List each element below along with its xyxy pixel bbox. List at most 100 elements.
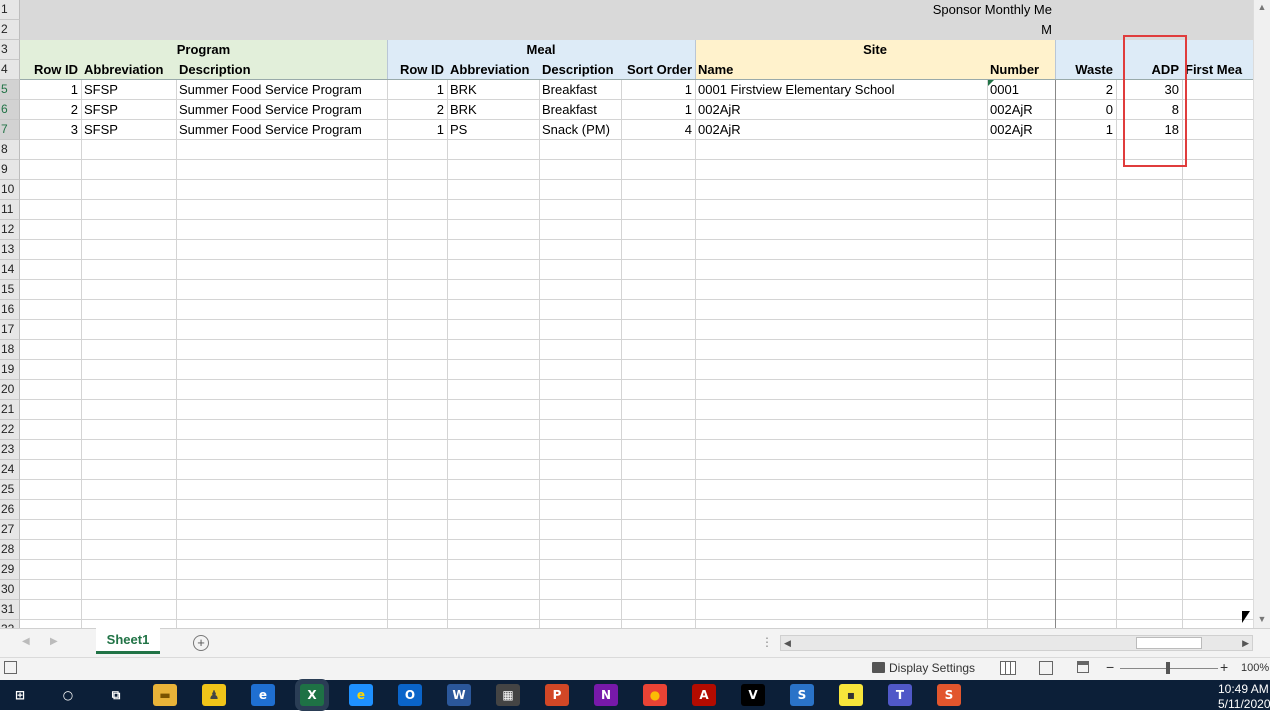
column-header[interactable]: Waste bbox=[1055, 60, 1116, 80]
table-cell[interactable]: 1 bbox=[1055, 120, 1116, 140]
teams-icon[interactable]: T bbox=[888, 684, 912, 706]
table-cell[interactable]: SFSP bbox=[81, 80, 176, 100]
row-header[interactable]: 7 bbox=[0, 120, 20, 140]
acrobat-icon[interactable]: A bbox=[692, 684, 716, 706]
normal-view-icon[interactable] bbox=[1000, 661, 1016, 675]
table-cell[interactable]: Snack (PM) bbox=[539, 120, 621, 140]
excel-icon[interactable]: X bbox=[300, 684, 324, 706]
row-header[interactable]: 8 bbox=[0, 140, 20, 160]
row-header[interactable]: 3 bbox=[0, 40, 20, 60]
row-header[interactable]: 26 bbox=[0, 500, 20, 520]
page-break-view-icon[interactable] bbox=[1077, 661, 1089, 673]
table-cell[interactable]: BRK bbox=[447, 100, 539, 120]
table-cell[interactable]: 002AjR bbox=[987, 100, 1055, 120]
table-cell[interactable]: Summer Food Service Program bbox=[176, 80, 387, 100]
table-cell[interactable]: 0 bbox=[1055, 100, 1116, 120]
column-header[interactable]: Name bbox=[695, 60, 987, 80]
row-header[interactable]: 31 bbox=[0, 600, 20, 620]
macro-record-icon[interactable] bbox=[4, 661, 17, 674]
row-header[interactable]: 17 bbox=[0, 320, 20, 340]
table-cell[interactable] bbox=[1182, 120, 1253, 140]
table-cell[interactable]: SFSP bbox=[81, 100, 176, 120]
table-cell[interactable]: BRK bbox=[447, 80, 539, 100]
tab-sheet1[interactable]: Sheet1 bbox=[96, 628, 160, 654]
row-header[interactable]: 32 bbox=[0, 620, 20, 628]
row-header[interactable]: 13 bbox=[0, 240, 20, 260]
row-header[interactable]: 15 bbox=[0, 280, 20, 300]
scroll-next-sheet-icon[interactable]: ▶ bbox=[50, 636, 58, 647]
clock-time[interactable]: 10:49 AM bbox=[1218, 682, 1269, 696]
clock-date[interactable]: 5/11/2020 bbox=[1218, 697, 1270, 711]
plus-circle-icon[interactable]: + bbox=[193, 635, 209, 651]
powerpoint-icon[interactable]: P bbox=[545, 684, 569, 706]
onenote-icon[interactable]: N bbox=[594, 684, 618, 706]
column-header[interactable]: Row ID bbox=[20, 60, 81, 80]
spreadsheet-grid[interactable]: Sponsor Monthly Me M Program Meal Site Row ID… bbox=[0, 0, 1270, 628]
snagit-icon[interactable]: S bbox=[790, 684, 814, 706]
row-header[interactable]: 6 bbox=[0, 100, 20, 120]
table-cell[interactable]: Breakfast bbox=[539, 100, 621, 120]
row-header[interactable]: 4 bbox=[0, 60, 20, 80]
table-cell[interactable]: 1 bbox=[387, 80, 447, 100]
column-header[interactable]: Description bbox=[539, 60, 621, 80]
row-header[interactable]: 11 bbox=[0, 200, 20, 220]
scroll-up-icon[interactable]: ▲ bbox=[1257, 2, 1267, 12]
row-header[interactable]: 30 bbox=[0, 580, 20, 600]
column-header[interactable]: Description bbox=[176, 60, 387, 80]
people-icon[interactable]: ♟ bbox=[202, 684, 226, 706]
table-cell[interactable]: 002AjR bbox=[695, 120, 987, 140]
column-header[interactable]: Abbreviation bbox=[81, 60, 176, 80]
table-cell[interactable]: 1 bbox=[20, 80, 81, 100]
table-cell[interactable]: Breakfast bbox=[539, 80, 621, 100]
zoom-in-button[interactable]: + bbox=[1220, 659, 1228, 675]
chrome-icon[interactable]: ● bbox=[643, 684, 667, 706]
table-cell[interactable]: 002AjR bbox=[695, 100, 987, 120]
row-header[interactable]: 12 bbox=[0, 220, 20, 240]
table-cell[interactable]: 0001 Firstview Elementary School bbox=[695, 80, 987, 100]
table-cell[interactable]: 1 bbox=[387, 120, 447, 140]
scroll-right-icon[interactable]: ▶ bbox=[1242, 636, 1249, 650]
row-header[interactable]: 5 bbox=[0, 80, 20, 100]
horizontal-scroll-thumb[interactable] bbox=[1136, 637, 1202, 649]
table-cell[interactable]: 2 bbox=[387, 100, 447, 120]
horizontal-scrollbar[interactable]: ◀ ▶ bbox=[780, 635, 1253, 651]
table-cell[interactable]: 2 bbox=[20, 100, 81, 120]
vectorworks-icon[interactable]: V bbox=[741, 684, 765, 706]
word-icon[interactable]: W bbox=[447, 684, 471, 706]
row-header[interactable]: 10 bbox=[0, 180, 20, 200]
search-circle-icon[interactable]: ○ bbox=[56, 684, 80, 706]
outlook-icon[interactable]: O bbox=[398, 684, 422, 706]
table-cell[interactable] bbox=[1182, 100, 1253, 120]
column-header[interactable]: First Mea bbox=[1182, 60, 1253, 80]
row-header[interactable]: 2 bbox=[0, 20, 20, 40]
row-header[interactable]: 20 bbox=[0, 380, 20, 400]
row-header[interactable]: 1 bbox=[0, 0, 20, 20]
split-handle-icon[interactable]: ⋮ bbox=[761, 635, 773, 649]
sticky-notes-icon[interactable]: ▪ bbox=[839, 684, 863, 706]
table-cell[interactable]: PS bbox=[447, 120, 539, 140]
display-settings-button[interactable]: Display Settings bbox=[889, 661, 975, 675]
sketchup-icon[interactable]: S bbox=[937, 684, 961, 706]
file-explorer-icon[interactable]: ▬ bbox=[153, 684, 177, 706]
table-cell[interactable] bbox=[1182, 80, 1253, 100]
scroll-down-icon[interactable]: ▼ bbox=[1257, 614, 1267, 624]
vertical-scrollbar[interactable]: ▲ ▼ bbox=[1253, 0, 1270, 628]
row-header[interactable]: 14 bbox=[0, 260, 20, 280]
zoom-slider-thumb[interactable] bbox=[1166, 662, 1170, 674]
row-header[interactable]: 16 bbox=[0, 300, 20, 320]
row-header[interactable]: 23 bbox=[0, 440, 20, 460]
windows-start-icon[interactable]: ⊞ bbox=[8, 684, 32, 706]
table-cell[interactable]: SFSP bbox=[81, 120, 176, 140]
row-header[interactable]: 9 bbox=[0, 160, 20, 180]
scroll-left-icon[interactable]: ◀ bbox=[784, 636, 791, 650]
calculator-icon[interactable]: ▦ bbox=[496, 684, 520, 706]
row-header[interactable]: 29 bbox=[0, 560, 20, 580]
row-header[interactable]: 25 bbox=[0, 480, 20, 500]
table-cell[interactable]: 1 bbox=[621, 80, 695, 100]
row-header[interactable]: 28 bbox=[0, 540, 20, 560]
table-cell[interactable]: 002AjR bbox=[987, 120, 1055, 140]
scroll-first-sheet-icon[interactable]: ◀ bbox=[22, 636, 30, 647]
table-cell[interactable]: 3 bbox=[20, 120, 81, 140]
task-view-icon[interactable]: ⧉ bbox=[104, 684, 128, 706]
column-header[interactable]: Number bbox=[987, 60, 1055, 80]
